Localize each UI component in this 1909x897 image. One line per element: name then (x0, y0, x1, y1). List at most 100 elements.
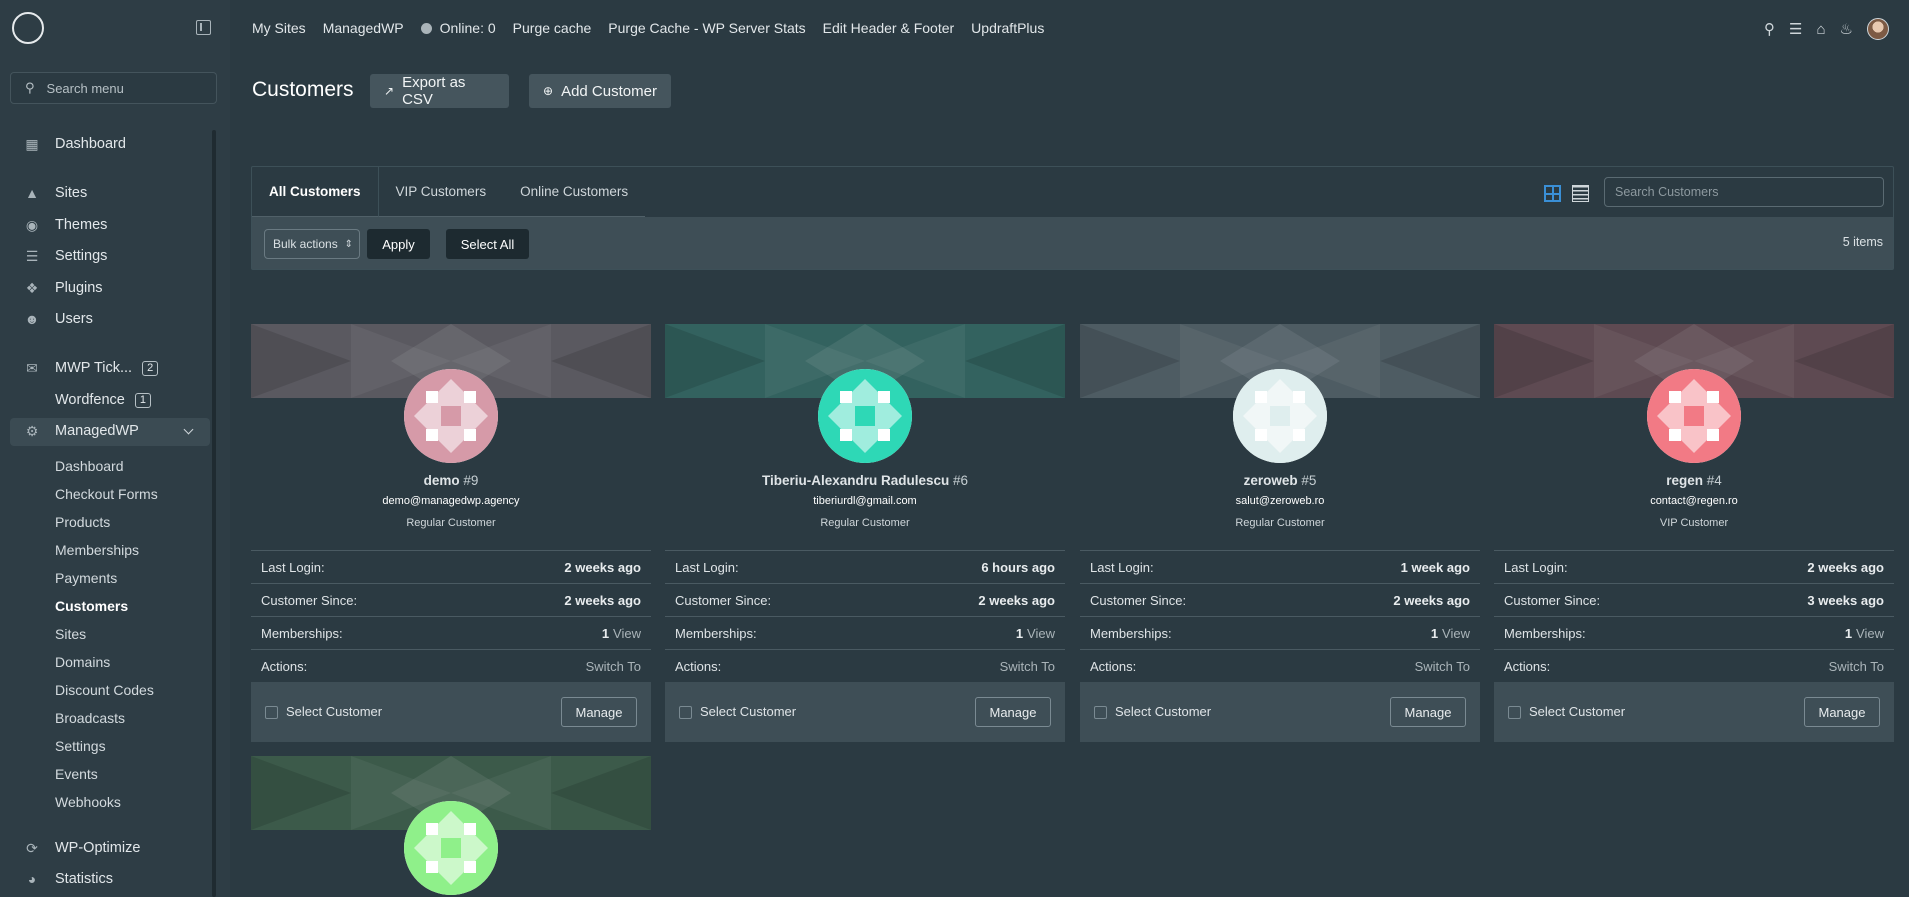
customer-name[interactable]: demo #9 (251, 473, 651, 488)
apply-button[interactable]: Apply (367, 229, 430, 259)
customer-avatar (404, 369, 498, 463)
select-customer-checkbox[interactable] (1508, 706, 1521, 719)
topbar-managedwp[interactable]: ManagedWP (323, 20, 404, 36)
add-customer-button[interactable]: ⊕ Add Customer (529, 74, 671, 108)
sidebar-subitem-payments[interactable]: Payments (55, 570, 117, 586)
sidebar-item-plugins[interactable]: ❖ Plugins (24, 277, 103, 299)
customer-id: #5 (1301, 473, 1317, 488)
last-login-value: 1 week ago (1400, 559, 1470, 575)
sidebar-subitem-memberships[interactable]: Memberships (55, 542, 139, 558)
select-customer-label[interactable]: Select Customer (1529, 704, 1625, 719)
manage-button[interactable]: Manage (1804, 697, 1880, 727)
sliders-icon[interactable]: ☰ (1789, 20, 1802, 38)
sidebar-item-wp-optimize[interactable]: ⟳ WP-Optimize (24, 837, 140, 859)
customer-email: salut@zeroweb.ro (1235, 495, 1325, 507)
topbar-edit-header-footer[interactable]: Edit Header & Footer (823, 20, 955, 36)
sidebar-subitem-events[interactable]: Events (55, 766, 98, 782)
sidebar-item-label: WP-Optimize (55, 840, 141, 856)
sidebar-subitem-settings[interactable]: Settings (55, 738, 106, 754)
sidebar-item-wordfence[interactable]: Wordfence 1 (55, 389, 151, 411)
manage-button[interactable]: Manage (975, 697, 1051, 727)
customer-name[interactable]: Tiberiu-Alexandru Radulescu #6 (665, 473, 1065, 488)
search-menu-input[interactable] (46, 80, 197, 96)
sidebar-item-themes[interactable]: ◉ Themes (24, 214, 108, 236)
sidebar-subitem-webhooks[interactable]: Webhooks (55, 794, 121, 810)
search-customers-input[interactable] (1604, 177, 1884, 207)
switch-to-link[interactable]: Switch To (1415, 659, 1470, 674)
customer-since-row: Customer Since: 2 weeks ago (1080, 583, 1480, 616)
switch-to-link[interactable]: Switch To (1829, 659, 1884, 674)
sidebar-subitem-dashboard[interactable]: Dashboard (55, 458, 124, 474)
sidebar-subitem-customers[interactable]: Customers (55, 598, 128, 614)
view-memberships-link[interactable]: View (613, 626, 641, 641)
tab-vip-customers[interactable]: VIP Customers (378, 167, 504, 217)
user-avatar[interactable] (1867, 18, 1889, 40)
actions-row: Actions: Switch To (251, 649, 651, 682)
sidebar-item-label: MWP Tick... (55, 360, 133, 376)
topbar-my-sites[interactable]: My Sites (252, 20, 306, 36)
topbar-online[interactable]: Online: 0 (420, 20, 496, 36)
manage-button[interactable]: Manage (1390, 697, 1466, 727)
export-csv-label: Export as CSV (402, 74, 466, 108)
sidebar-item-sites[interactable]: ▲ Sites (24, 182, 87, 204)
select-customer-checkbox[interactable] (265, 706, 278, 719)
memberships-label: Memberships: (675, 625, 757, 641)
select-customer-checkbox[interactable] (679, 706, 692, 719)
sidebar-subitem-sites[interactable]: Sites (55, 626, 86, 642)
tab-all-customers[interactable]: All Customers (252, 167, 379, 217)
topbar-purge-cache[interactable]: Purge cache (513, 20, 592, 36)
select-customer-label[interactable]: Select Customer (286, 704, 382, 719)
sidebar-item-label: Wordfence (55, 392, 125, 408)
search-icon[interactable]: ⚲ (1764, 20, 1775, 38)
switch-to-link[interactable]: Switch To (586, 659, 641, 674)
list-view-icon[interactable] (1572, 185, 1589, 202)
export-csv-button[interactable]: ↗ Export as CSV (370, 74, 509, 108)
sidebar-scrollbar[interactable] (212, 130, 216, 897)
site-logo[interactable] (12, 12, 44, 44)
sidebar-item-managedwp[interactable]: ⚙ ManagedWP (24, 420, 139, 442)
optimize-icon: ⟳ (26, 839, 38, 856)
sidebar-item-users[interactable]: ☻ Users (24, 308, 93, 330)
actions-row: Actions: Switch To (665, 649, 1065, 682)
sidebar-item-settings[interactable]: ☰ Settings (24, 245, 108, 267)
customer-name[interactable]: regen #4 (1494, 473, 1894, 488)
select-all-button[interactable]: Select All (446, 229, 529, 259)
select-customer-checkbox[interactable] (1094, 706, 1107, 719)
tab-online-customers[interactable]: Online Customers (503, 167, 646, 217)
sidebar-subitem-checkout-forms[interactable]: Checkout Forms (55, 486, 158, 502)
customer-name[interactable]: zeroweb #5 (1080, 473, 1480, 488)
last-login-label: Last Login: (1504, 559, 1568, 575)
view-memberships-link[interactable]: View (1027, 626, 1055, 641)
memberships-label: Memberships: (261, 625, 343, 641)
network-icon: ⚙ (25, 422, 39, 439)
bulk-actions-select[interactable]: Bulk actions (264, 229, 360, 259)
home-icon[interactable]: ⌂ (1816, 21, 1825, 38)
sidebar-subitem-domains[interactable]: Domains (55, 654, 110, 670)
customer-name-text: Tiberiu-Alexandru Radulescu (761, 473, 950, 488)
sidebar-subitem-broadcasts[interactable]: Broadcasts (55, 710, 125, 726)
bell-icon[interactable]: ♨ (1840, 20, 1853, 38)
select-customer-label[interactable]: Select Customer (700, 704, 796, 719)
sidebar-item-label: Statistics (55, 871, 114, 887)
sidebar-item-statistics[interactable]: ◕ Statistics (24, 868, 113, 890)
switch-to-link[interactable]: Switch To (1000, 659, 1055, 674)
sidebar-subitem-discount-codes[interactable]: Discount Codes (55, 682, 154, 698)
topbar-updraftplus[interactable]: UpdraftPlus (971, 20, 1044, 36)
last-login-row: Last Login: 6 hours ago (665, 550, 1065, 583)
customer-name-text: demo (423, 473, 460, 488)
customer-since-value: 2 weeks ago (564, 592, 641, 608)
sidebar-item-mwp-tickets[interactable]: ✉ MWP Tick... 2 (24, 357, 159, 379)
grid-view-icon[interactable] (1544, 185, 1561, 202)
sidebar-subitem-products[interactable]: Products (55, 514, 110, 530)
view-memberships-link[interactable]: View (1442, 626, 1470, 641)
view-memberships-link[interactable]: View (1856, 626, 1884, 641)
sidebar-item-label: Users (55, 311, 93, 327)
chart-icon: ◕ (27, 871, 37, 887)
topbar-purge-cache-server-stats[interactable]: Purge Cache - WP Server Stats (608, 20, 805, 36)
notification-badge: 2 (142, 360, 159, 376)
manage-button[interactable]: Manage (561, 697, 637, 727)
sidebar-item-dashboard[interactable]: ▦ Dashboard (24, 133, 126, 155)
collapse-sidebar-icon[interactable] (196, 20, 211, 35)
select-customer-label[interactable]: Select Customer (1115, 704, 1211, 719)
search-menu[interactable]: ⚲ (10, 72, 217, 104)
